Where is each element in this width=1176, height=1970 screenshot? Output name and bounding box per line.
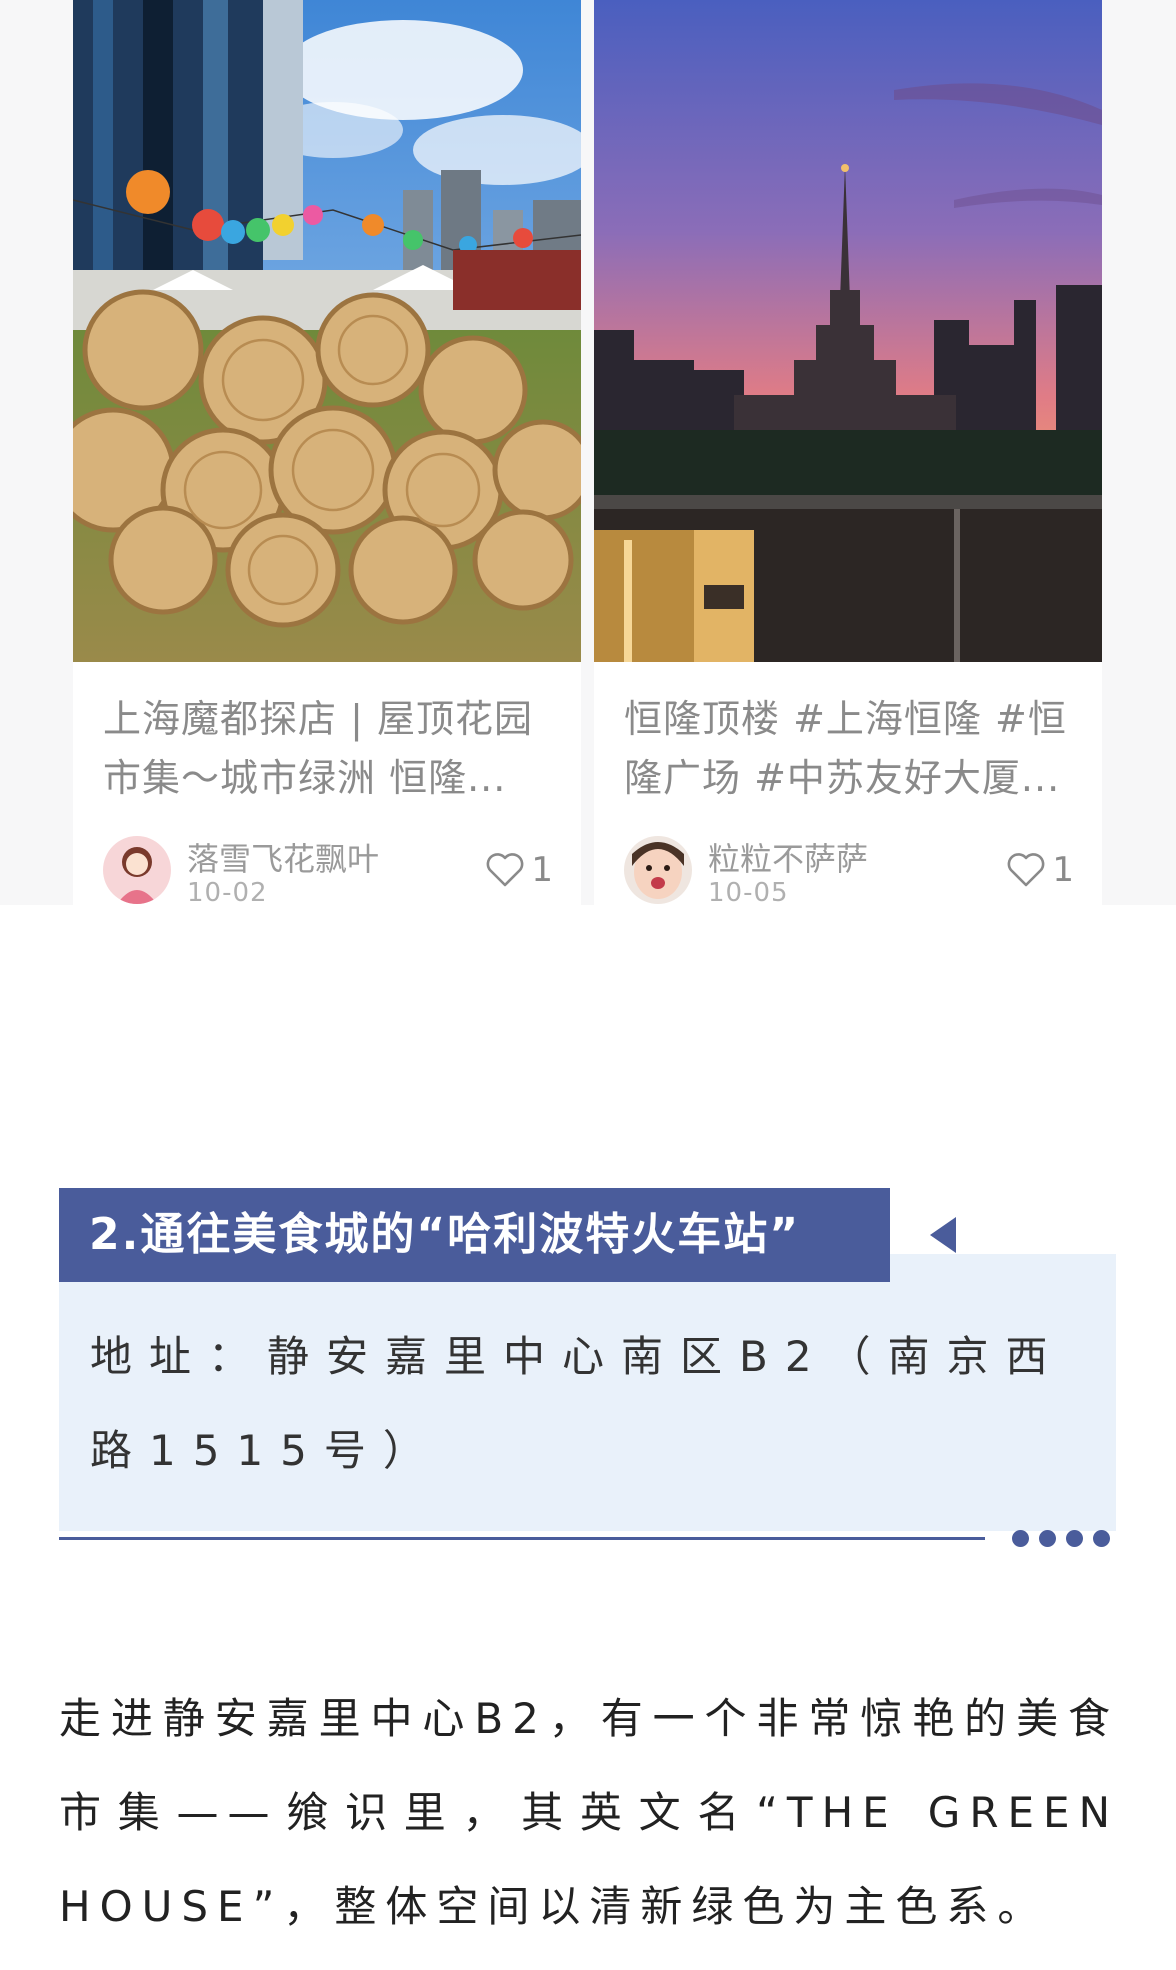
author-name[interactable]: 落雪飞花飘叶 [187, 834, 379, 880]
triangle-left-icon [930, 1217, 956, 1253]
like-count: 1 [1052, 850, 1074, 890]
post-feed: 上海魔都探店 | 屋顶花园市集～城市绿洲 恒隆... 落雪飞花飘叶 10-02 … [0, 0, 1176, 905]
dot-icon [1066, 1530, 1083, 1547]
dot-icon [1093, 1530, 1110, 1547]
like-button[interactable]: 1 [485, 850, 553, 890]
section-title: 2.通往美食城的“哈利波特火车站” [59, 1188, 890, 1282]
post-date: 10-02 [187, 878, 268, 905]
author-avatar[interactable] [103, 836, 171, 904]
post-title[interactable]: 上海魔都探店 | 屋顶花园市集～城市绿洲 恒隆... [103, 690, 553, 808]
author-name[interactable]: 粒粒不萨萨 [708, 834, 868, 880]
address-text: 地址：静安嘉里中心南区B2（南京西路1515号） [90, 1332, 1065, 1475]
heart-icon [487, 853, 524, 887]
post-image[interactable] [594, 0, 1102, 662]
like-button[interactable]: 1 [1006, 850, 1074, 890]
post-card[interactable]: 恒隆顶楼 #上海恒隆 #恒隆广场 #中苏友好大厦... 粒粒不萨萨 10-05 … [594, 0, 1102, 905]
author-avatar[interactable] [624, 836, 692, 904]
dots-decoration [1012, 1530, 1110, 1547]
post-image[interactable] [73, 0, 581, 662]
post-date: 10-05 [708, 878, 789, 905]
heart-icon [1008, 853, 1045, 887]
article-paragraph: 走进静安嘉里中心B2，有一个非常惊艳的美食市集——飨识里，其英文名“THE GR… [59, 1694, 1119, 1931]
dot-icon [1039, 1530, 1056, 1547]
post-card[interactable]: 上海魔都探店 | 屋顶花园市集～城市绿洲 恒隆... 落雪飞花飘叶 10-02 … [73, 0, 581, 905]
like-count: 1 [531, 850, 553, 890]
dot-icon [1012, 1530, 1029, 1547]
post-title[interactable]: 恒隆顶楼 #上海恒隆 #恒隆广场 #中苏友好大厦... [624, 690, 1074, 808]
section-divider [59, 1537, 985, 1540]
